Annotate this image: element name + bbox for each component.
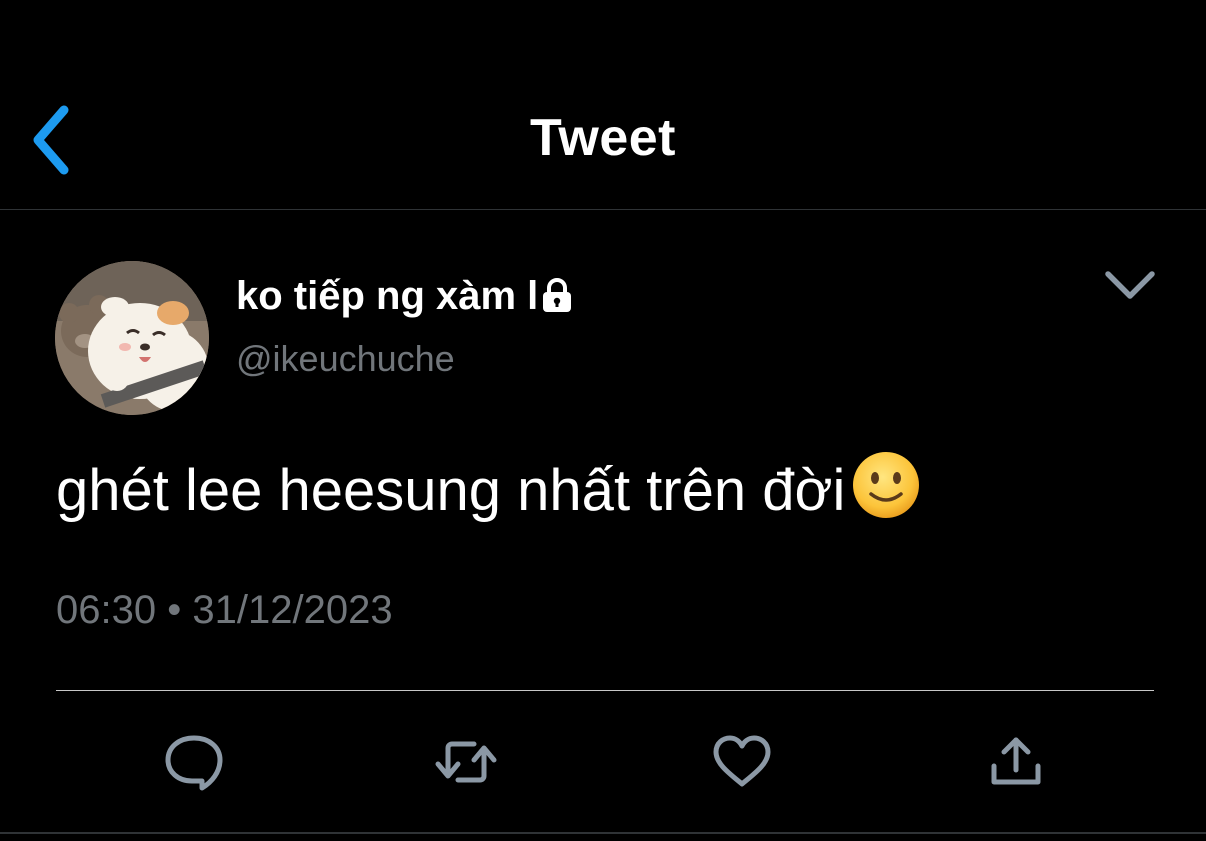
- header-divider: [0, 209, 1206, 210]
- lock-icon: [540, 277, 574, 323]
- retweet-button[interactable]: [434, 730, 498, 794]
- more-options-button[interactable]: [1100, 262, 1160, 310]
- tweet-text-content: ghét lee heesung nhất trên đời: [56, 458, 846, 523]
- avatar-illustration: [55, 261, 209, 415]
- author-display-name[interactable]: ko tiếp ng xàm l: [236, 274, 574, 323]
- timestamp-separator: •: [167, 588, 182, 632]
- chevron-down-icon: [1105, 271, 1155, 299]
- tweet-date: 31/12/2023: [192, 588, 393, 632]
- reply-button[interactable]: [162, 730, 226, 794]
- heart-icon: [713, 735, 771, 787]
- display-name-text: ko tiếp ng xàm l: [236, 274, 539, 318]
- bottom-divider: [0, 832, 1206, 834]
- tweet-text: ghét lee heesung nhất trên đời: [56, 450, 921, 537]
- slightly-smiling-face-emoji: [851, 450, 921, 537]
- tweet-timestamp[interactable]: 06:30 • 31/12/2023: [56, 588, 393, 633]
- like-button[interactable]: [710, 730, 774, 794]
- tweet-time: 06:30: [56, 588, 157, 632]
- share-button[interactable]: [984, 730, 1048, 794]
- navigation-header: Tweet: [0, 0, 1206, 210]
- avatar[interactable]: [55, 261, 209, 415]
- author-handle[interactable]: @ikeuchuche: [236, 338, 455, 380]
- retweet-icon: [435, 741, 497, 783]
- share-icon: [991, 737, 1041, 785]
- reply-icon: [165, 735, 223, 791]
- page-title: Tweet: [529, 109, 676, 167]
- actions-divider: [56, 690, 1154, 691]
